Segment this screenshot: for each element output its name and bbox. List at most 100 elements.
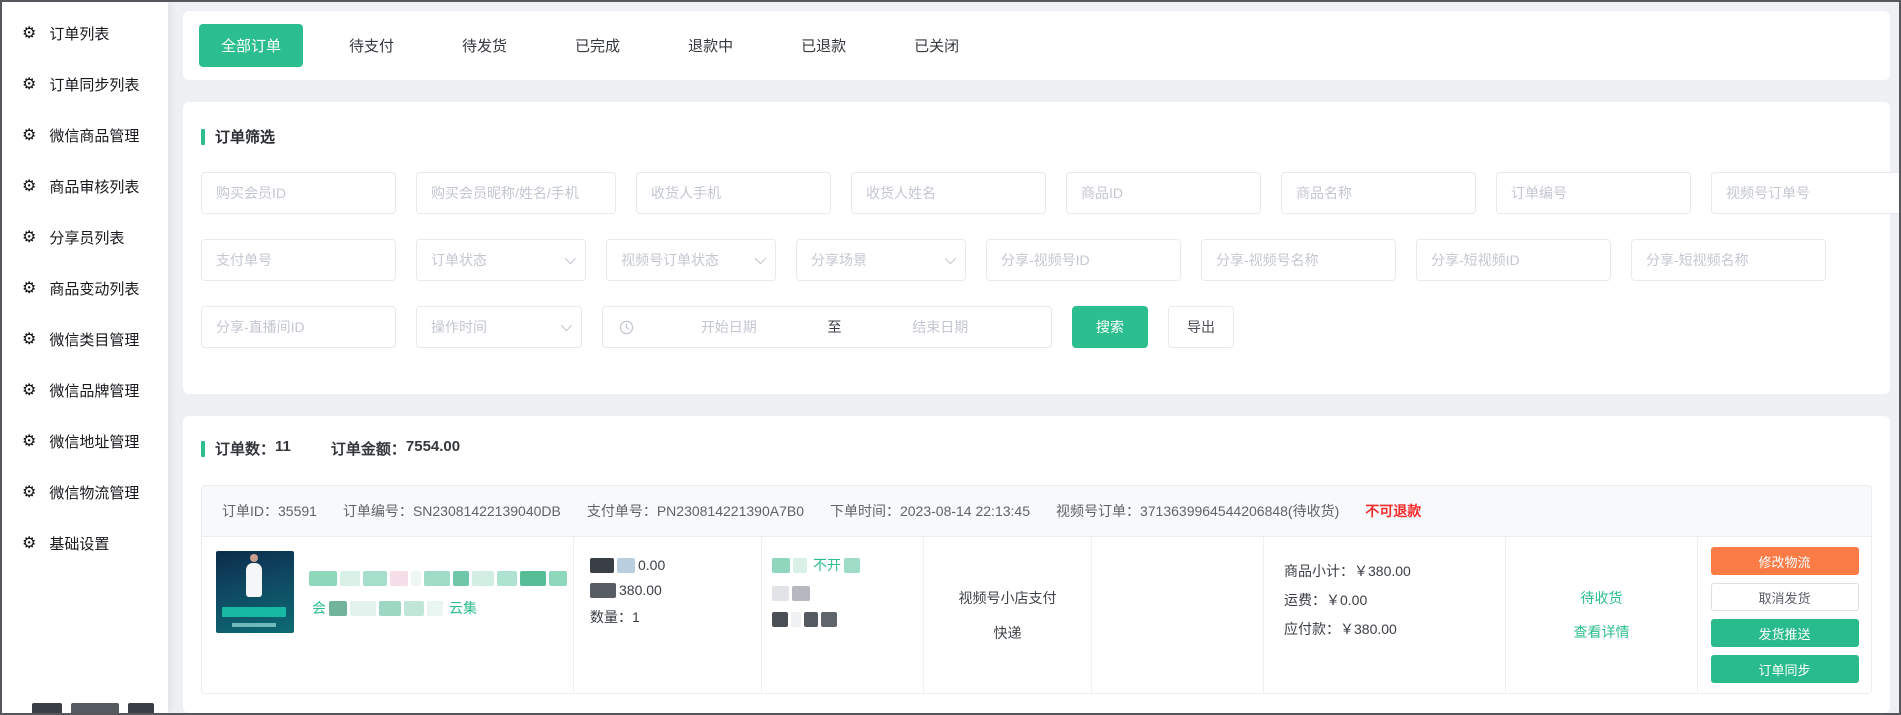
order-admin-screen: ⚙ 订单列表 ⚙ 订单同步列表 ⚙ 微信商品管理 ⚙ 商品审核列表 ⚙ 分享员列… [0, 0, 1901, 715]
end-date-input[interactable] [846, 319, 1036, 335]
price-line-redacted: 0.00 [590, 557, 761, 573]
order-filter-panel: 订单筛选 订单状态 视频号订单状态 [183, 102, 1890, 394]
share-video-name-input[interactable] [1631, 239, 1826, 281]
orders-count-label: 订单数： [215, 438, 275, 459]
gear-icon: ⚙ [22, 179, 36, 195]
chevron-down-icon [755, 253, 766, 264]
order-time: 下单时间：2023-08-14 22:13:45 [830, 501, 1030, 521]
pay-no-input[interactable] [201, 239, 396, 281]
gear-icon: ⚙ [22, 485, 36, 501]
op-time-select[interactable]: 操作时间 [416, 306, 582, 348]
sidebar-item-wechat-logistics-mgmt[interactable]: ⚙ 微信物流管理 [2, 467, 168, 518]
tab-closed[interactable]: 已关闭 [892, 24, 981, 67]
gear-icon: ⚙ [22, 383, 36, 399]
order-no-input[interactable] [1496, 172, 1691, 214]
tab-pending-shipment[interactable]: 待发货 [440, 24, 529, 67]
edit-logistics-button[interactable]: 修改物流 [1711, 547, 1859, 575]
date-separator: 至 [824, 317, 846, 337]
shipping-method: 快递 [994, 623, 1022, 643]
poster-figure [246, 563, 262, 597]
sidebar-item-label: 分享员列表 [49, 227, 124, 248]
select-placeholder: 视频号订单状态 [621, 250, 719, 270]
filter-title-text: 订单筛选 [215, 126, 275, 147]
status-badge: 待收货 [1581, 588, 1623, 608]
order-header: 订单ID：35591 订单编号：SN23081422139040DB 支付单号：… [202, 486, 1871, 537]
tab-pending-payment[interactable]: 待支付 [327, 24, 416, 67]
poster-title-bar [222, 607, 286, 617]
sidebar-item-label: 微信商品管理 [49, 125, 139, 146]
sidebar-item-label: 订单同步列表 [49, 74, 139, 95]
wx-order-no-input[interactable] [1711, 172, 1899, 214]
product-image [216, 551, 294, 633]
gear-icon: ⚙ [22, 77, 36, 93]
search-button[interactable]: 搜索 [1072, 306, 1148, 348]
filter-row-2: 订单状态 视频号订单状态 分享场景 [201, 239, 1872, 281]
tab-completed[interactable]: 已完成 [553, 24, 642, 67]
filter-section-title: 订单筛选 [201, 126, 1872, 147]
sidebar-item-basic-settings[interactable]: ⚙ 基础设置 [2, 518, 168, 569]
sidebar-item-order-sync-list[interactable]: ⚙ 订单同步列表 [2, 59, 168, 110]
sidebar-item-label: 商品审核列表 [49, 176, 139, 197]
buyer-member-name-input[interactable] [416, 172, 616, 214]
tab-refunded[interactable]: 已退款 [779, 24, 868, 67]
sidebar-item-label: 商品变动列表 [49, 278, 139, 299]
sidebar-item-product-audit-list[interactable]: ⚙ 商品审核列表 [2, 161, 168, 212]
tab-refunding[interactable]: 退款中 [666, 24, 755, 67]
filter-row-3: 操作时间 至 搜索 导出 [201, 306, 1872, 348]
sidebar-redacted-text [32, 703, 157, 715]
sidebar-item-label: 微信品牌管理 [49, 380, 139, 401]
order-card: 订单ID：35591 订单编号：SN23081422139040DB 支付单号：… [201, 485, 1872, 694]
share-channel-name-input[interactable] [1201, 239, 1396, 281]
buyer-fragment: 不开 [813, 555, 841, 575]
section-accent-bar [201, 441, 205, 457]
sidebar-item-product-change-list[interactable]: ⚙ 商品变动列表 [2, 263, 168, 314]
product-name-fragment: 会 [312, 598, 326, 618]
order-no: 订单编号：SN23081422139040DB [343, 501, 561, 521]
sidebar-item-wechat-product-mgmt[interactable]: ⚙ 微信商品管理 [2, 110, 168, 161]
date-range-picker[interactable]: 至 [602, 306, 1052, 348]
sidebar-item-wechat-address-mgmt[interactable]: ⚙ 微信地址管理 [2, 416, 168, 467]
order-wx-no: 视频号订单：3713639964544206848(待收货) [1056, 501, 1339, 521]
sidebar-item-sharer-list[interactable]: ⚙ 分享员列表 [2, 212, 168, 263]
product-name-input[interactable] [1281, 172, 1476, 214]
sidebar-item-wechat-brand-mgmt[interactable]: ⚙ 微信品牌管理 [2, 365, 168, 416]
price-partial: 0.00 [638, 557, 665, 573]
share-live-id-input[interactable] [201, 306, 396, 348]
cancel-ship-button[interactable]: 取消发货 [1711, 583, 1859, 611]
clock-icon [619, 320, 634, 335]
order-status-select[interactable]: 订单状态 [416, 239, 586, 281]
view-detail-link[interactable]: 查看详情 [1574, 622, 1630, 642]
sidebar-item-label: 订单列表 [49, 23, 109, 44]
orders-amount-label: 订单金额： [331, 438, 406, 459]
poster-subtitle-bar [232, 623, 276, 627]
orders-amount: 订单金额： 7554.00 [331, 438, 460, 459]
orders-amount-value: 7554.00 [406, 438, 460, 459]
export-button[interactable]: 导出 [1168, 306, 1234, 348]
gear-icon: ⚙ [22, 332, 36, 348]
sidebar-item-label: 微信类目管理 [49, 329, 139, 350]
price-partial: 380.00 [619, 582, 662, 598]
payment-cell: 视频号小店支付 快递 [924, 537, 1092, 693]
share-video-id-input[interactable] [1416, 239, 1611, 281]
sidebar-item-order-list[interactable]: ⚙ 订单列表 [2, 8, 168, 59]
sidebar-item-wechat-category-mgmt[interactable]: ⚙ 微信类目管理 [2, 314, 168, 365]
wx-order-status-select[interactable]: 视频号订单状态 [606, 239, 776, 281]
receiver-name-input[interactable] [851, 172, 1046, 214]
receiver-phone-input[interactable] [636, 172, 831, 214]
share-scene-select[interactable]: 分享场景 [796, 239, 966, 281]
amounts-cell: 商品小计：￥380.00 运费：￥0.00 应付款：￥380.00 [1264, 537, 1506, 693]
buyer-cell-redacted: 不开 [762, 537, 924, 693]
product-id-input[interactable] [1066, 172, 1261, 214]
order-sync-button[interactable]: 订单同步 [1711, 655, 1859, 683]
share-channel-id-input[interactable] [986, 239, 1181, 281]
buyer-member-id-input[interactable] [201, 172, 396, 214]
sidebar-item-label: 基础设置 [49, 533, 109, 554]
section-accent-bar [201, 129, 205, 145]
gear-icon: ⚙ [22, 230, 36, 246]
subtotal-line: 商品小计：￥380.00 [1284, 557, 1505, 586]
start-date-input[interactable] [634, 319, 824, 335]
tab-all-orders[interactable]: 全部订单 [199, 24, 303, 67]
ship-push-button[interactable]: 发货推送 [1711, 619, 1859, 647]
orders-summary: 订单数： 11 订单金额： 7554.00 [201, 438, 1872, 459]
actions-cell: 修改物流 取消发货 发货推送 订单同步 [1698, 537, 1871, 693]
